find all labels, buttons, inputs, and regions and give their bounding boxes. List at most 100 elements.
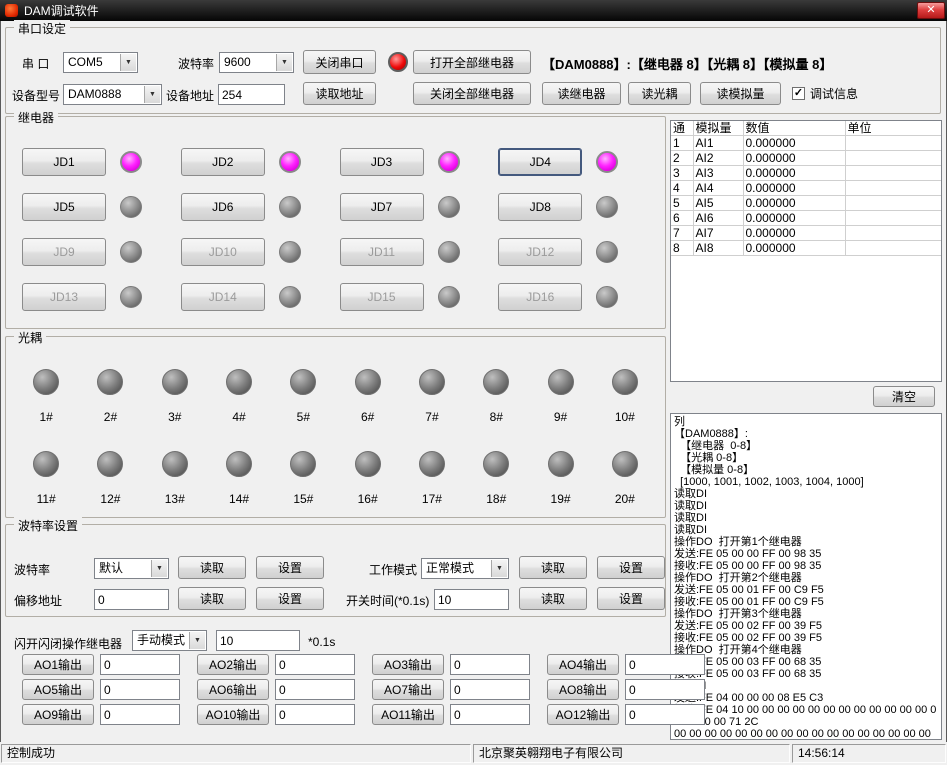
ao6-output-input[interactable] bbox=[275, 679, 355, 700]
relay-button-jd7[interactable]: JD7 bbox=[340, 193, 424, 221]
opto-cell: 5# bbox=[271, 353, 335, 435]
relay-button-jd15[interactable]: JD15 bbox=[340, 283, 424, 311]
switch-time-read-button[interactable]: 读取 bbox=[519, 587, 587, 610]
opto-cell: 12# bbox=[78, 435, 142, 517]
read-relay-button[interactable]: 读继电器 bbox=[542, 82, 621, 105]
offset-set-button[interactable]: 设置 bbox=[256, 587, 324, 610]
baud-setting-select[interactable]: 默认 ▼ bbox=[94, 558, 169, 579]
switch-time-set-button[interactable]: 设置 bbox=[597, 587, 665, 610]
relay-button-jd10[interactable]: JD10 bbox=[181, 238, 265, 266]
opto-cell: 13# bbox=[143, 435, 207, 517]
relay-button-jd1[interactable]: JD1 bbox=[22, 148, 106, 176]
relay-led-jd2 bbox=[279, 151, 301, 173]
ao9-output-input[interactable] bbox=[100, 704, 180, 725]
relay-cell: JD12 bbox=[498, 230, 657, 275]
relay-button-jd13[interactable]: JD13 bbox=[22, 283, 106, 311]
work-mode-set-button[interactable]: 设置 bbox=[597, 556, 665, 579]
serial-group-title: 串口设定 bbox=[14, 20, 70, 37]
opto-led-12 bbox=[97, 451, 123, 477]
clear-button[interactable]: 清空 bbox=[873, 386, 935, 407]
ao2-output-input[interactable] bbox=[275, 654, 355, 675]
baud-set-button[interactable]: 设置 bbox=[256, 556, 324, 579]
ao10-output-input[interactable] bbox=[275, 704, 355, 725]
chevron-down-icon[interactable]: ▼ bbox=[189, 632, 205, 649]
ao2-output-button[interactable]: AO2输出 bbox=[197, 654, 269, 675]
relay-led-jd1 bbox=[120, 151, 142, 173]
ao4-output-input[interactable] bbox=[625, 654, 705, 675]
ao1-output-button[interactable]: AO1输出 bbox=[22, 654, 94, 675]
ao-cell: AO6输出 bbox=[180, 679, 355, 700]
ao6-output-button[interactable]: AO6输出 bbox=[197, 679, 269, 700]
serial-port-select[interactable]: COM5 ▼ bbox=[63, 52, 138, 73]
ao5-output-input[interactable] bbox=[100, 679, 180, 700]
ao3-output-input[interactable] bbox=[450, 654, 530, 675]
relay-button-jd2[interactable]: JD2 bbox=[181, 148, 265, 176]
device-address-input[interactable] bbox=[218, 84, 285, 105]
clock: 14:56:14 bbox=[792, 744, 946, 763]
ao4-output-button[interactable]: AO4输出 bbox=[547, 654, 619, 675]
read-opto-button[interactable]: 读光耦 bbox=[628, 82, 691, 105]
relay-button-jd12[interactable]: JD12 bbox=[498, 238, 582, 266]
relay-button-jd11[interactable]: JD11 bbox=[340, 238, 424, 266]
opto-cell: 6# bbox=[336, 353, 400, 435]
opto-label: 3# bbox=[168, 410, 181, 424]
col-value: 数值 bbox=[743, 121, 845, 136]
ao7-output-input[interactable] bbox=[450, 679, 530, 700]
ao1-output-input[interactable] bbox=[100, 654, 180, 675]
ao5-output-button[interactable]: AO5输出 bbox=[22, 679, 94, 700]
ao12-output-input[interactable] bbox=[625, 704, 705, 725]
flash-mode-select[interactable]: 手动模式 ▼ bbox=[132, 630, 207, 651]
relay-button-jd16[interactable]: JD16 bbox=[498, 283, 582, 311]
chevron-down-icon[interactable]: ▼ bbox=[151, 560, 167, 577]
ao11-output-input[interactable] bbox=[450, 704, 530, 725]
flash-time-input[interactable] bbox=[216, 630, 300, 651]
debug-log[interactable]: 列 【DAM0888】: 【继电器 0-8】 【光耦 0-8】 【模拟量 0-8… bbox=[670, 413, 942, 740]
read-analog-button[interactable]: 读模拟量 bbox=[700, 82, 781, 105]
close-icon[interactable]: ✕ bbox=[917, 2, 945, 19]
work-mode-select[interactable]: 正常模式 ▼ bbox=[421, 558, 509, 579]
relay-button-jd8[interactable]: JD8 bbox=[498, 193, 582, 221]
baud-setting-label: 波特率 bbox=[14, 561, 50, 578]
opto-label: 15# bbox=[293, 492, 313, 506]
ao8-output-input[interactable] bbox=[625, 679, 705, 700]
chevron-down-icon[interactable]: ▼ bbox=[120, 54, 136, 71]
baud-rate-select[interactable]: 9600 ▼ bbox=[219, 52, 294, 73]
relay-button-jd5[interactable]: JD5 bbox=[22, 193, 106, 221]
close-all-relays-button[interactable]: 关闭全部继电器 bbox=[413, 82, 531, 105]
chevron-down-icon[interactable]: ▼ bbox=[276, 54, 292, 71]
ao12-output-button[interactable]: AO12输出 bbox=[547, 704, 619, 725]
close-serial-button[interactable]: 关闭串口 bbox=[303, 50, 376, 74]
baud-read-button[interactable]: 读取 bbox=[178, 556, 246, 579]
ao8-output-button[interactable]: AO8输出 bbox=[547, 679, 619, 700]
open-all-relays-button[interactable]: 打开全部继电器 bbox=[413, 50, 531, 74]
ao3-output-button[interactable]: AO3输出 bbox=[372, 654, 444, 675]
chevron-down-icon[interactable]: ▼ bbox=[144, 86, 160, 103]
ao7-output-button[interactable]: AO7输出 bbox=[372, 679, 444, 700]
relay-group-title: 继电器 bbox=[14, 109, 58, 126]
switch-time-input[interactable] bbox=[434, 589, 509, 610]
relay-button-jd9[interactable]: JD9 bbox=[22, 238, 106, 266]
opto-label: 11# bbox=[37, 492, 56, 506]
relay-button-jd3[interactable]: JD3 bbox=[340, 148, 424, 176]
opto-label: 14# bbox=[229, 492, 249, 506]
debug-info-checkbox[interactable]: ✓ bbox=[792, 87, 805, 100]
ao11-output-button[interactable]: AO11输出 bbox=[372, 704, 444, 725]
chevron-down-icon[interactable]: ▼ bbox=[491, 560, 507, 577]
offset-read-button[interactable]: 读取 bbox=[178, 587, 246, 610]
relay-button-jd6[interactable]: JD6 bbox=[181, 193, 265, 221]
ao9-output-button[interactable]: AO9输出 bbox=[22, 704, 94, 725]
relay-button-jd14[interactable]: JD14 bbox=[181, 283, 265, 311]
opto-label: 5# bbox=[297, 410, 310, 424]
read-address-button[interactable]: 读取地址 bbox=[303, 82, 376, 105]
work-mode-read-button[interactable]: 读取 bbox=[519, 556, 587, 579]
debug-info-checkbox-row: ✓ 调试信息 bbox=[792, 85, 858, 102]
baud-group-title: 波特率设置 bbox=[14, 517, 82, 534]
offset-address-input[interactable] bbox=[94, 589, 169, 610]
ao10-output-button[interactable]: AO10输出 bbox=[197, 704, 269, 725]
analog-table-panel: 通 模拟量 数值 单位 1 AI1 0.000000 2 AI2 0.00000… bbox=[670, 120, 942, 382]
opto-led-16 bbox=[355, 451, 381, 477]
device-model-select[interactable]: DAM0888 ▼ bbox=[63, 84, 162, 105]
relay-button-jd4[interactable]: JD4 bbox=[498, 148, 582, 176]
opto-label: 12# bbox=[100, 492, 120, 506]
check-icon: ✓ bbox=[794, 88, 803, 99]
